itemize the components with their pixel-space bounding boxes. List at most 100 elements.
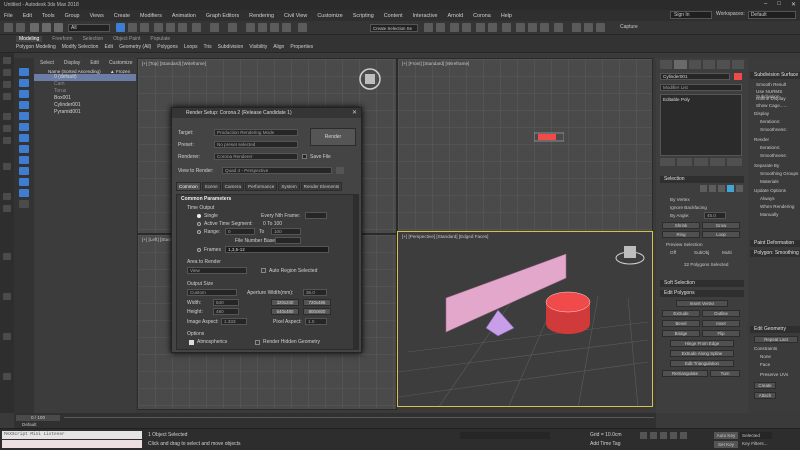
single-radio[interactable]: [197, 214, 201, 218]
next-frame-icon[interactable]: [670, 432, 677, 439]
object-color-swatch[interactable]: [734, 73, 742, 80]
ignore-backfacing-label[interactable]: Ignore Backfacing: [670, 205, 707, 210]
when-rendering-radio[interactable]: When Rendering: [760, 204, 794, 209]
output-size-dropdown[interactable]: Custom: [187, 289, 237, 296]
capture-label[interactable]: Capture: [620, 24, 638, 30]
layout-icon[interactable]: [3, 93, 11, 100]
named-selection-dropdown[interactable]: Create Selection Se: [370, 24, 418, 32]
layout-icon[interactable]: [3, 193, 11, 200]
pixel-aspect-input[interactable]: 1.0: [305, 318, 327, 325]
close-icon[interactable]: ✕: [791, 1, 796, 8]
auto-region-checkbox[interactable]: [261, 268, 266, 273]
show-cage-checkbox[interactable]: Show Cage......: [756, 103, 787, 108]
hinge-from-edge-button[interactable]: Hinge From Edge: [670, 340, 734, 347]
rotate-icon[interactable]: [166, 23, 175, 32]
display-bones-icon[interactable]: [19, 156, 29, 164]
menu-edit[interactable]: Edit: [23, 13, 32, 19]
render-production-icon[interactable]: [540, 23, 549, 32]
preview-off-radio[interactable]: Off: [670, 250, 676, 255]
resolution-720x486-button[interactable]: 720x486: [303, 299, 331, 306]
smoothing-groups-checkbox[interactable]: Smoothing Groups: [760, 171, 798, 176]
close-icon[interactable]: ✕: [352, 109, 357, 116]
outline-button[interactable]: Outline: [702, 310, 740, 317]
menu-graph-editors[interactable]: Graph Editors: [206, 13, 239, 19]
ribbon-polygon-modeling[interactable]: Polygon Modeling: [16, 44, 56, 50]
subdivision-surface-rollout[interactable]: Subdivision Surface: [750, 72, 800, 79]
go-to-end-icon[interactable]: [680, 432, 687, 439]
motion-tab-icon[interactable]: [702, 60, 716, 69]
view-to-render-dropdown[interactable]: Quad 4 - Perspective: [222, 167, 332, 174]
attach-button[interactable]: Attach: [754, 392, 776, 399]
layout-icon[interactable]: [3, 253, 11, 260]
edit-triangulation-button[interactable]: Edit Triangulation: [670, 360, 734, 367]
select-by-name-icon[interactable]: [128, 23, 137, 32]
ribbon-tab-selection[interactable]: Selection: [83, 36, 104, 42]
manually-radio[interactable]: Manually: [760, 212, 778, 217]
tree-row[interactable]: Cam: [34, 81, 136, 88]
always-radio[interactable]: Always: [760, 196, 775, 201]
display-xrefs-icon[interactable]: [19, 145, 29, 153]
constraint-face-radio[interactable]: Face: [760, 362, 770, 367]
vertex-icon[interactable]: [700, 185, 707, 192]
explorer-tab-customize[interactable]: Customize: [109, 60, 133, 66]
range-from-input[interactable]: 0: [225, 228, 255, 235]
view-coordinate-icon[interactable]: [210, 23, 219, 32]
select-object-icon[interactable]: [116, 23, 125, 32]
ribbon-edit[interactable]: Edit: [104, 44, 113, 50]
flip-button[interactable]: Flip: [702, 330, 740, 337]
tree-row[interactable]: Box001: [34, 95, 136, 102]
render-hidden-checkbox[interactable]: [255, 340, 260, 345]
range-radio[interactable]: [197, 230, 201, 234]
menu-animation[interactable]: Animation: [172, 13, 196, 19]
edge-icon[interactable]: [709, 185, 716, 192]
render-tab-performance[interactable]: Performance: [245, 182, 278, 191]
configure-sets-icon[interactable]: [727, 158, 742, 166]
renderer-dropdown[interactable]: Corona Renderer: [214, 153, 298, 160]
viewport-label-front[interactable]: [+] [Front] [Standard] [Wireframe]: [402, 61, 469, 66]
menu-customize[interactable]: Customize: [317, 13, 342, 19]
corona-frame-buffer-icon[interactable]: [584, 23, 593, 32]
layout-icon[interactable]: [3, 293, 11, 300]
ribbon-polygons[interactable]: Polygons: [157, 44, 178, 50]
play-icon[interactable]: [660, 432, 667, 439]
render-in-cloud-icon[interactable]: [554, 23, 563, 32]
ring-button[interactable]: Ring: [662, 231, 700, 238]
timeline[interactable]: 0 / 100 Default: [14, 413, 656, 428]
layout-icon[interactable]: [3, 125, 11, 132]
layout-icon[interactable]: [3, 137, 11, 144]
tree-row[interactable]: Pyramid001: [34, 109, 136, 116]
viewcube-icon[interactable]: [615, 246, 645, 265]
constraint-none-radio[interactable]: None: [760, 354, 771, 359]
show-end-result-icon[interactable]: [676, 158, 692, 166]
preserve-uvs-checkbox[interactable]: Preserve UVs: [760, 372, 788, 377]
menu-help[interactable]: Help: [501, 13, 512, 19]
insert-vertex-button[interactable]: Insert Vertex: [676, 300, 728, 307]
render-dialog-scrollbar[interactable]: [353, 194, 359, 350]
edit-polygons-rollout[interactable]: Edit Polygons: [660, 290, 744, 297]
add-time-tag-button[interactable]: Add Time Tag: [590, 441, 620, 447]
layout-icon[interactable]: [3, 163, 11, 170]
layout-icon[interactable]: [3, 205, 11, 212]
time-slider[interactable]: 0 / 100: [16, 415, 60, 421]
render-tab-system[interactable]: System: [278, 182, 300, 191]
edit-named-sets-icon[interactable]: [298, 23, 307, 32]
move-icon[interactable]: [154, 23, 163, 32]
create-tab-icon[interactable]: [660, 60, 673, 69]
display-containers-icon[interactable]: [19, 167, 29, 175]
range-to-input[interactable]: 100: [271, 228, 301, 235]
retriangulate-button[interactable]: Retriangulate: [662, 370, 708, 377]
corona-interactive-icon[interactable]: [572, 23, 581, 32]
tree-row[interactable]: Cylinder001: [34, 102, 136, 109]
area-to-render-dropdown[interactable]: View: [187, 267, 247, 274]
viewport-front[interactable]: [+] [Front] [Standard] [Wireframe]: [397, 58, 653, 234]
display-helpers-icon[interactable]: [19, 112, 29, 120]
display-all-icon[interactable]: [19, 200, 29, 208]
by-angle-label[interactable]: By Angle:: [670, 213, 689, 218]
menu-civil-view[interactable]: Civil View: [284, 13, 307, 19]
snap-icon[interactable]: [246, 23, 255, 32]
utilities-tab-icon[interactable]: [731, 60, 744, 69]
object-name-input[interactable]: Cylinder001: [660, 73, 730, 80]
extrude-button[interactable]: Extrude: [662, 310, 700, 317]
preview-subobj-radio[interactable]: SubObj: [694, 250, 709, 255]
active-segment-radio[interactable]: [197, 222, 201, 226]
